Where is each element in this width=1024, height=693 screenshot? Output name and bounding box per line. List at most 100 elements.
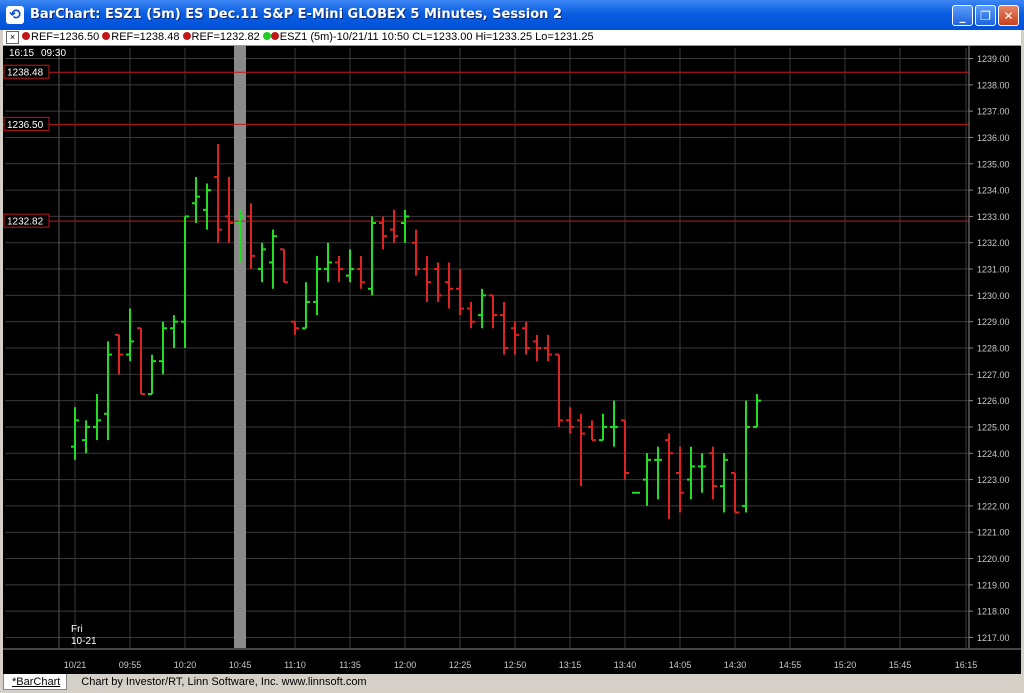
ohlc-bar xyxy=(324,242,332,283)
barchart-app-icon[interactable]: ⟲ xyxy=(6,6,24,24)
ref-dot-icon xyxy=(102,32,111,41)
ref-dot-icon xyxy=(22,32,30,41)
footer-credit: Chart by Investor/RT, Linn Software, Inc… xyxy=(81,676,367,688)
x-tick-label: 12:50 xyxy=(504,660,527,670)
bar-summary: ESZ1 (5m)-10/21/11 10:50 CL=1233.00 Hi=1… xyxy=(279,31,594,43)
ohlc-bar xyxy=(258,242,266,283)
y-tick-label: 1219.00 xyxy=(977,580,1010,590)
ohlc-bar xyxy=(269,229,277,289)
ohlc-bar xyxy=(82,420,90,454)
y-tick-label: 1233.00 xyxy=(977,212,1010,222)
x-tick-label: 10:45 xyxy=(229,660,252,670)
ref-1: REF=1236.50 xyxy=(31,31,100,43)
ref-2: REF=1238.48 xyxy=(111,31,180,43)
session-date: 10-21 xyxy=(71,636,97,647)
ohlc-bar xyxy=(522,321,530,355)
x-tick-label: 15:45 xyxy=(889,660,912,670)
y-tick-label: 1234.00 xyxy=(977,186,1010,196)
ohlc-bar xyxy=(225,176,233,243)
y-tick-label: 1231.00 xyxy=(977,265,1010,275)
ohlc-bar xyxy=(731,472,739,514)
y-tick-label: 1217.00 xyxy=(977,633,1010,643)
selected-bar-highlight xyxy=(234,46,246,648)
y-tick-label: 1225.00 xyxy=(977,422,1010,432)
ohlc-bar xyxy=(456,269,464,316)
ohlc-bar xyxy=(291,320,299,335)
y-tick-label: 1228.00 xyxy=(977,344,1010,354)
x-tick-label: 13:15 xyxy=(559,660,582,670)
y-tick-label: 1235.00 xyxy=(977,159,1010,169)
ohlc-bar xyxy=(357,255,365,289)
y-tick-label: 1221.00 xyxy=(977,528,1010,538)
minimize-icon[interactable]: _ xyxy=(952,5,973,26)
chart-info-bar: × REF=1236.50 REF=1238.48 REF=1232.82 ESZ… xyxy=(3,30,1021,46)
ohlc-bar xyxy=(577,413,585,487)
close-pane-icon[interactable]: × xyxy=(6,31,19,44)
chart-area[interactable]: 1238.48 1236.50 1232.82 1217.00 1218.00 1219… xyxy=(3,46,1021,674)
ohlc-bar xyxy=(654,446,662,500)
ohlc-bar xyxy=(467,301,475,329)
y-tick-label: 1229.00 xyxy=(977,317,1010,327)
y-tick-label: 1220.00 xyxy=(977,554,1010,564)
ohlc-bar xyxy=(500,301,508,355)
ohlc-bar xyxy=(214,144,222,243)
ohlc-bar xyxy=(137,327,145,396)
x-tick-label: 10/21 xyxy=(64,660,87,670)
y-tick-label: 1223.00 xyxy=(977,475,1010,485)
ohlc-bar xyxy=(720,453,728,513)
ref-3: REF=1232.82 xyxy=(191,31,260,43)
status-footer: *BarChart Chart by Investor/RT, Linn Soft… xyxy=(3,674,1021,690)
ohlc-bar xyxy=(401,209,409,243)
y-tick-label: 1236.00 xyxy=(977,133,1010,143)
y-tick-label: 1226.00 xyxy=(977,396,1010,406)
session-day: Fri xyxy=(71,624,83,635)
ohlc-bar xyxy=(566,407,574,434)
restore-icon[interactable]: ❐ xyxy=(975,5,996,26)
y-tick-label: 1232.00 xyxy=(977,238,1010,248)
ref-label: 1238.48 xyxy=(7,68,44,79)
window-title: BarChart: ESZ1 (5m) ES Dec.11 S&P E-Mini… xyxy=(30,7,563,22)
ohlc-bar xyxy=(753,394,761,428)
ref-label: 1232.82 xyxy=(7,217,44,228)
y-tick-label: 1238.00 xyxy=(977,80,1010,90)
ohlc-bar xyxy=(555,353,563,427)
x-tick-label: 11:35 xyxy=(339,660,361,670)
ohlc-bar xyxy=(588,420,596,442)
ohlc-bar xyxy=(247,203,255,270)
ohlc-bar xyxy=(478,288,486,329)
x-tick-label: 12:00 xyxy=(394,660,417,670)
ohlc-bar xyxy=(434,262,442,302)
ref-dot-icon xyxy=(182,32,191,41)
ohlc-bar xyxy=(687,446,695,500)
y-tick-label: 1222.00 xyxy=(977,501,1010,511)
y-tick-label: 1237.00 xyxy=(977,107,1010,117)
up-dot-icon xyxy=(262,32,271,41)
tab-barchart[interactable]: *BarChart xyxy=(3,674,68,690)
x-tick-label: 12:25 xyxy=(449,660,472,670)
ohlc-bar xyxy=(170,315,178,348)
ohlc-bar xyxy=(621,419,629,480)
ohlc-bar xyxy=(698,453,706,493)
ohlc-bar xyxy=(181,215,189,348)
top-session-time: 09:30 xyxy=(41,48,66,59)
y-tick-label: 1230.00 xyxy=(977,291,1010,301)
window-titlebar[interactable]: ⟲ BarChart: ESZ1 (5m) ES Dec.11 S&P E-Mi… xyxy=(0,0,1024,30)
close-icon[interactable]: ✕ xyxy=(998,5,1019,26)
ohlc-bar xyxy=(126,308,134,362)
y-tick-label: 1218.00 xyxy=(977,607,1010,617)
ohlc-bar xyxy=(709,446,717,500)
ohlc-chart[interactable]: 1238.48 1236.50 1232.82 1217.00 1218.00 1219… xyxy=(3,46,1021,674)
y-tick-label: 1239.00 xyxy=(977,54,1010,64)
ref-label: 1236.50 xyxy=(7,120,44,131)
x-tick-label: 14:05 xyxy=(669,660,692,670)
ohlc-bar xyxy=(313,255,321,316)
x-tick-label: 10:20 xyxy=(174,660,197,670)
ohlc-bar xyxy=(115,333,123,375)
y-tick-label: 1227.00 xyxy=(977,370,1010,380)
ohlc-bar xyxy=(346,249,354,283)
ohlc-bar xyxy=(71,407,79,460)
x-tick-label: 15:20 xyxy=(834,660,857,670)
ohlc-bar xyxy=(368,216,376,296)
y-tick-label: 1224.00 xyxy=(977,449,1010,459)
ohlc-bar xyxy=(390,209,398,243)
